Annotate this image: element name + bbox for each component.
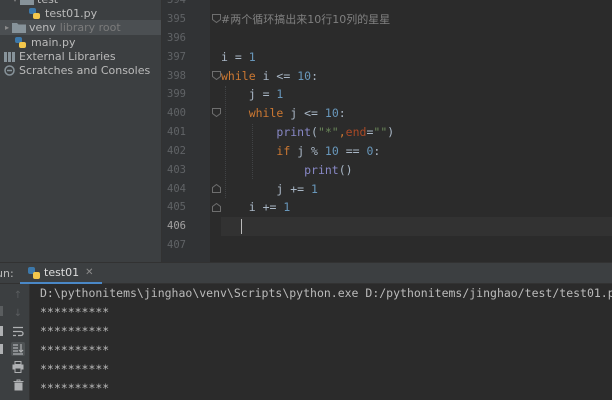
current-line-highlight	[221, 217, 612, 236]
tree-item-label: test01.py	[45, 7, 98, 20]
scratches-icon	[4, 65, 15, 76]
line-number: 403	[167, 164, 186, 176]
code-area[interactable]: #两个循环搞出来10行10列的星星 i = 1 while i <= 10: j…	[221, 0, 612, 262]
side-strip-icon	[0, 344, 3, 354]
code-line: print("*",end="")	[276, 125, 395, 139]
print-icon[interactable]	[11, 360, 25, 374]
folder-icon	[20, 0, 34, 5]
line-number: 405	[167, 201, 186, 213]
console-output-line: **********	[40, 362, 110, 376]
code-line: #两个循环搞出来10行10列的星星	[221, 13, 391, 26]
line-number: 397	[167, 51, 186, 63]
run-tab-label: test01	[44, 266, 80, 279]
line-number-gutter: 394 395 396 397 398 399 400 401 402 403 …	[162, 0, 210, 262]
console-output-line: **********	[40, 343, 110, 357]
line-number: 402	[167, 145, 186, 157]
tree-item-test01-py[interactable]: test01.py	[0, 6, 162, 21]
library-root-hint: library root	[59, 21, 121, 34]
line-number: 396	[167, 32, 186, 44]
python-file-icon	[28, 266, 40, 279]
run-console-output[interactable]: D:\pythonitems\jinghao\venv\Scripts\pyth…	[30, 284, 612, 400]
fold-end-icon[interactable]	[212, 184, 221, 193]
code-line: j += 1	[276, 182, 318, 196]
fold-start-icon[interactable]	[212, 108, 221, 117]
close-icon[interactable]: ✕	[85, 267, 93, 278]
line-number: 400	[167, 107, 186, 119]
tree-item-label: Scratches and Consoles	[19, 64, 151, 77]
console-output-line: **********	[40, 305, 110, 319]
python-file-icon	[29, 8, 40, 19]
tree-item-scratches[interactable]: Scratches and Consoles	[0, 63, 162, 78]
tree-item-label: main.py	[31, 36, 76, 49]
code-line: j = 1	[248, 87, 284, 101]
tree-item-venv[interactable]: ▸ venv library root	[0, 20, 162, 35]
tree-item-label: venv	[29, 21, 56, 34]
run-panel-title: un:	[0, 267, 14, 280]
console-command-line: D:\pythonitems\jinghao\venv\Scripts\pyth…	[40, 286, 612, 300]
folder-icon	[12, 23, 26, 33]
tree-item-main-py[interactable]: main.py	[0, 35, 162, 50]
text-caret	[241, 219, 242, 234]
library-icon	[4, 52, 15, 62]
scroll-to-end-icon[interactable]	[11, 342, 25, 356]
code-line: print()	[304, 163, 353, 177]
line-number: 404	[167, 183, 186, 195]
line-number: 399	[167, 88, 186, 100]
fold-start-icon[interactable]	[212, 71, 221, 80]
line-number: 394	[167, 0, 186, 6]
run-tab-test01[interactable]: test01 ✕	[20, 263, 102, 284]
chevron-right-icon[interactable]: ▸	[2, 23, 12, 32]
code-line: if j % 10 == 0:	[276, 144, 381, 158]
run-panel-header: un: test01 ✕	[0, 262, 612, 284]
code-line: i += 1	[248, 200, 291, 214]
fold-end-icon[interactable]	[212, 203, 221, 212]
tree-item-external-libraries[interactable]: External Libraries	[0, 49, 162, 64]
code-editor[interactable]: 394 395 396 397 398 399 400 401 402 403 …	[162, 0, 612, 262]
soft-wrap-icon[interactable]	[11, 324, 25, 338]
line-number: 406	[167, 220, 186, 232]
line-number: 395	[167, 13, 186, 25]
run-toolbar: ↑ ↓	[0, 284, 30, 400]
python-file-icon	[15, 37, 26, 48]
console-output-line: **********	[40, 381, 110, 395]
project-tree-panel: ▾ test test01.py ▸ venv library root mai…	[0, 0, 162, 262]
scroll-down-icon[interactable]: ↓	[11, 306, 25, 320]
side-strip-icon	[0, 326, 3, 336]
tree-item-label: External Libraries	[19, 50, 116, 63]
fold-start-icon[interactable]	[212, 14, 221, 23]
console-output-line: **********	[40, 324, 110, 338]
line-number: 398	[167, 70, 186, 82]
line-number: 401	[167, 126, 186, 138]
code-line: while i <= 10:	[221, 69, 318, 83]
trash-icon[interactable]	[11, 378, 25, 392]
code-line: i = 1	[221, 50, 256, 64]
code-line: while j <= 10:	[248, 106, 346, 120]
chevron-down-icon[interactable]: ▾	[10, 0, 20, 4]
side-strip-icon	[0, 306, 3, 316]
scroll-up-icon[interactable]: ↑	[11, 288, 25, 302]
line-number: 407	[167, 239, 186, 251]
